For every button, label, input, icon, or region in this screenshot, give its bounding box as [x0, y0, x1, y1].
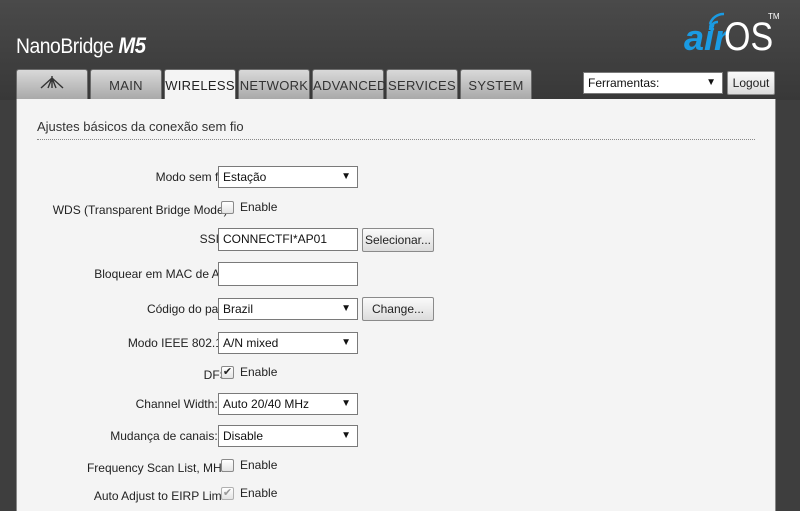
logo-tm: TM	[768, 12, 780, 21]
channel-width-value: Auto 20/40 MHz	[223, 397, 310, 411]
dfs-enable-label: Enable	[240, 365, 278, 379]
ubiquiti-antenna-icon	[40, 76, 64, 89]
wireless-mode-value: Estação	[223, 170, 267, 184]
eirp-checkbox[interactable]: ✔	[221, 487, 234, 500]
logout-button[interactable]: Logout	[727, 71, 775, 95]
tab-advanced[interactable]: ADVANCED	[312, 69, 386, 99]
tools-dropdown-value: Ferramentas:	[588, 76, 660, 90]
frequency-scan-enable-label: Enable	[240, 458, 278, 472]
tab-main[interactable]: MAIN	[90, 69, 162, 99]
country-value: Brazil	[223, 302, 254, 316]
eirp-label: Auto Adjust to EIRP Limit:	[93, 489, 231, 503]
row-dfs: DFS: ✔ Enable	[17, 364, 777, 388]
frequency-scan-checkbox[interactable]	[221, 459, 234, 472]
channel-shift-select[interactable]: Disable ▼	[218, 425, 358, 447]
channel-shift-label-text: Mudança de canais:	[110, 429, 218, 443]
logo-air: air	[684, 17, 729, 58]
device-brand: NanoBridge M5	[16, 33, 146, 59]
wds-checkbox[interactable]	[221, 201, 234, 214]
tab-system[interactable]: SYSTEM	[460, 69, 532, 99]
ssid-input[interactable]: CONNECTFI*AP01	[218, 228, 358, 251]
tab-logo[interactable]	[16, 69, 88, 99]
tab-wireless[interactable]: WIRELESS	[164, 69, 236, 101]
lock-mac-input[interactable]	[218, 262, 358, 286]
channel-shift-value: Disable	[223, 429, 264, 443]
wds-enable-label: Enable	[240, 200, 278, 214]
ieee-mode-value: A/N mixed	[223, 336, 279, 350]
chevron-down-icon: ▼	[341, 303, 351, 314]
device-name: NanoBridge	[16, 35, 114, 58]
chevron-down-icon: ▼	[341, 337, 351, 348]
dfs-checkbox[interactable]: ✔	[221, 366, 234, 379]
section-title: Ajustes básicos da conexão sem fio	[37, 119, 755, 140]
select-ssid-button[interactable]: Selecionar...	[362, 228, 434, 252]
ieee-mode-select[interactable]: A/N mixed ▼	[218, 332, 358, 354]
row-channel-shift: Mudança de canais:[?] Disable ▼	[17, 425, 777, 449]
ieee-mode-label: Modo IEEE 802.11:	[127, 336, 231, 350]
wireless-settings-panel: Ajustes básicos da conexão sem fio Modo …	[16, 99, 776, 511]
eirp-enable-label: Enable	[240, 486, 278, 500]
row-frequency-scan: Frequency Scan List, MHz: Enable	[17, 457, 777, 481]
lock-mac-label: Bloquear em MAC de AP:	[94, 267, 231, 281]
chevron-down-icon: ▼	[341, 398, 351, 409]
logo-os: OS	[724, 15, 774, 59]
tab-network[interactable]: NETWORK	[238, 69, 310, 99]
device-model: M5	[118, 33, 146, 58]
chevron-down-icon: ▼	[341, 430, 351, 441]
wireless-mode-select[interactable]: Estação ▼	[218, 166, 358, 188]
channel-width-label: Channel Width:[?]	[136, 397, 231, 411]
row-lock-mac: Bloquear em MAC de AP:	[17, 262, 777, 286]
frequency-scan-label: Frequency Scan List, MHz:	[86, 461, 231, 475]
wds-label: WDS (Transparent Bridge Mode):	[52, 203, 231, 217]
chevron-down-icon: ▼	[341, 171, 351, 182]
country-select[interactable]: Brazil ▼	[218, 298, 358, 320]
channel-width-label-text: Channel Width:	[135, 397, 218, 411]
tools-dropdown[interactable]: Ferramentas: ▼	[583, 72, 723, 94]
change-country-button[interactable]: Change...	[362, 297, 434, 321]
row-eirp: Auto Adjust to EIRP Limit: ✔ Enable	[17, 485, 777, 509]
row-wireless-mode: Modo sem fio: Estação ▼	[17, 166, 777, 190]
airos-logo: air OS TM	[684, 8, 784, 58]
row-ssid: SSID: CONNECTFI*AP01 Selecionar...	[17, 228, 777, 252]
chevron-down-icon: ▼	[706, 77, 716, 88]
row-channel-width: Channel Width:[?] Auto 20/40 MHz ▼	[17, 393, 777, 417]
row-country: Código do país: Brazil ▼ Change...	[17, 297, 777, 322]
channel-shift-label: Mudança de canais:[?]	[110, 429, 231, 443]
tab-services[interactable]: SERVICES	[386, 69, 458, 99]
row-wds: WDS (Transparent Bridge Mode): Enable	[17, 199, 777, 223]
row-ieee-mode: Modo IEEE 802.11: A/N mixed ▼	[17, 332, 777, 356]
channel-width-select[interactable]: Auto 20/40 MHz ▼	[218, 393, 358, 415]
